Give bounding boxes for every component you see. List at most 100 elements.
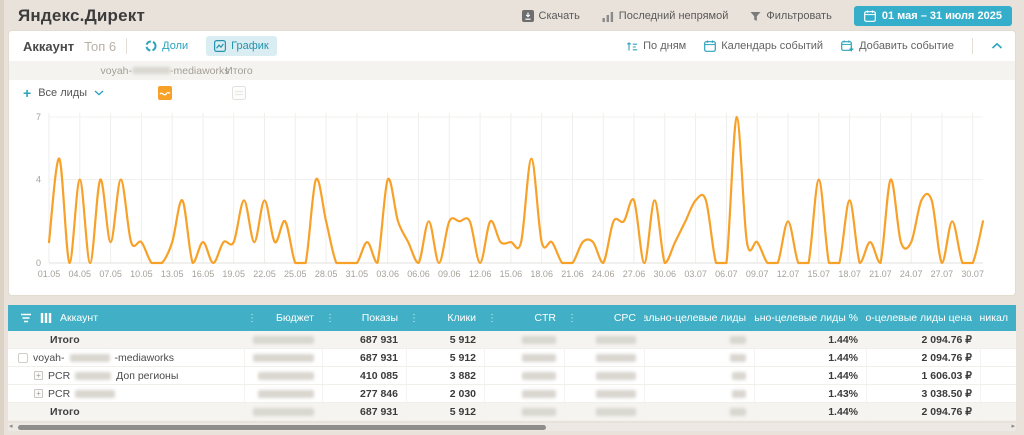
column-header-utl_pct[interactable]: ⋮Уникально-целевые лиды %: [754, 305, 866, 331]
attribution-model-button[interactable]: Последний непрямой: [602, 10, 729, 22]
column-menu-icon[interactable]: ⋮: [487, 313, 497, 324]
cell-account[interactable]: + PCR: [8, 385, 244, 402]
date-range-button[interactable]: 01 мая – 31 июля 2025: [854, 6, 1012, 26]
chart-view-button[interactable]: График: [206, 36, 277, 56]
cell-utl_pct: 1.43%: [754, 385, 866, 402]
column-header-utl[interactable]: ⋮Уникально-целевые лиды: [644, 305, 754, 331]
add-metric-icon[interactable]: +: [23, 88, 31, 98]
by-days-icon: [626, 40, 638, 52]
svg-text:24.06: 24.06: [592, 269, 615, 279]
expand-icon[interactable]: +: [34, 371, 43, 380]
redacted-value: [522, 336, 556, 344]
download-button[interactable]: Скачать: [522, 10, 580, 22]
column-header-shows[interactable]: ⋮Показы: [322, 305, 406, 331]
filter-lines-icon[interactable]: [20, 313, 32, 323]
column-header-ctr[interactable]: ⋮CTR: [484, 305, 564, 331]
column-header-account[interactable]: Аккаунт: [8, 305, 244, 331]
column-header-clicks[interactable]: ⋮ Клики: [406, 305, 484, 331]
svg-text:03.06: 03.06: [376, 269, 399, 279]
by-days-button[interactable]: По дням: [626, 40, 686, 52]
cell-shows: 687 931: [322, 331, 406, 348]
table-row[interactable]: Итого687 9315 9121.44%2 094.76 ₽: [8, 331, 1016, 349]
series-swatch-total[interactable]: [232, 86, 246, 100]
add-event-button[interactable]: Добавить событие: [841, 40, 954, 52]
table-row[interactable]: Итого687 9315 9121.44%2 094.76 ₽: [8, 403, 1016, 421]
cell-utl_price: 3 038.50 ₽: [866, 385, 980, 402]
svg-text:18.07: 18.07: [838, 269, 861, 279]
cell-utl: [644, 331, 754, 348]
series-label[interactable]: Все лиды: [38, 87, 87, 99]
line-chart[interactable]: 01.0504.0507.0510.0513.0516.0519.0522.05…: [9, 105, 1015, 295]
column-menu-icon[interactable]: ⋮: [409, 313, 419, 324]
cell-budget: [244, 331, 322, 348]
cell-account[interactable]: Итого: [8, 331, 244, 348]
by-days-label: По дням: [643, 40, 686, 52]
date-range-label: 01 мая – 31 июля 2025: [882, 10, 1002, 22]
columns-icon[interactable]: [40, 313, 52, 323]
column-header-cpc[interactable]: ⋮CPC: [564, 305, 644, 331]
redacted-text: [75, 372, 111, 380]
scroll-right-icon[interactable]: ▸: [1011, 422, 1015, 430]
svg-text:12.07: 12.07: [777, 269, 800, 279]
account-label: PCR: [48, 388, 70, 400]
cell-ctr: [484, 349, 564, 366]
column-menu-icon[interactable]: ⋮: [567, 313, 577, 324]
table-row[interactable]: voyah--mediaworks687 9315 9121.44%2 094.…: [8, 349, 1016, 367]
events-calendar-button[interactable]: Календарь событий: [704, 40, 823, 52]
table-row[interactable]: +PCRДоп регионы410 0853 8821.44%1 606.03…: [8, 367, 1016, 385]
filter-button[interactable]: Фильтровать: [750, 10, 831, 22]
series-swatch-account[interactable]: [158, 86, 172, 100]
table-row[interactable]: +PCR277 8462 0301.43%3 038.50 ₽: [8, 385, 1016, 403]
column-label: Клики: [447, 312, 476, 324]
svg-text:30.07: 30.07: [961, 269, 984, 279]
cell-utl: [644, 403, 754, 420]
shares-view-button[interactable]: Доли: [137, 36, 196, 56]
cell-utl_pct: 1.44%: [754, 367, 866, 384]
collapse-chevron-up-icon[interactable]: [991, 42, 1003, 50]
redacted-value: [522, 354, 556, 362]
row-checkbox[interactable]: [18, 353, 28, 363]
cell-budget: [244, 385, 322, 402]
column-header-utl_cut[interactable]: ⋮Уникал: [980, 305, 1016, 331]
cell-value: 5 912: [450, 352, 476, 364]
scroll-left-icon[interactable]: ◂: [9, 422, 13, 430]
horizontal-scrollbar[interactable]: ◂ ▸: [8, 423, 1016, 431]
column-header-budget[interactable]: ⋮Бюджет: [244, 305, 322, 331]
cell-value: 1.44%: [828, 334, 858, 346]
chevron-down-icon[interactable]: [94, 90, 104, 96]
page-header: Яндекс.Директ Скачать Последний непрямой…: [0, 0, 1024, 30]
column-menu-icon[interactable]: ⋮: [247, 313, 257, 324]
table-header-row: Аккаунт⋮Бюджет⋮Показы⋮Клики⋮CTR⋮CPC⋮Уник…: [8, 305, 1016, 331]
scrollbar-thumb[interactable]: [18, 425, 546, 430]
svg-text:21.06: 21.06: [561, 269, 584, 279]
cell-utl_cut: [980, 367, 1016, 384]
svg-text:16.05: 16.05: [192, 269, 215, 279]
cell-utl_price: 2 094.76 ₽: [866, 349, 980, 366]
line-chart-icon: [214, 40, 226, 52]
cell-account[interactable]: Итого: [8, 403, 244, 420]
column-menu-icon[interactable]: ⋮: [325, 313, 335, 324]
top-count-label[interactable]: Топ 6: [84, 39, 116, 54]
svg-text:03.07: 03.07: [684, 269, 707, 279]
svg-text:15.06: 15.06: [500, 269, 523, 279]
cell-account[interactable]: voyah--mediaworks: [8, 349, 244, 366]
redacted-value: [732, 390, 746, 398]
redacted-value: [730, 336, 746, 344]
redacted-value: [732, 372, 746, 380]
redacted-value: [596, 336, 636, 344]
cell-utl_price: 2 094.76 ₽: [866, 403, 980, 420]
cell-account[interactable]: +PCRДоп регионы: [8, 367, 244, 384]
svg-text:24.07: 24.07: [900, 269, 923, 279]
column-label: Уникально-целевые лиды цена: [866, 312, 972, 324]
svg-text:07.05: 07.05: [99, 269, 122, 279]
account-label: Доп регионы: [116, 370, 178, 382]
download-icon: [522, 10, 534, 22]
svg-text:0: 0: [36, 258, 41, 268]
cell-value: 2 094.76 ₽: [922, 406, 972, 418]
svg-text:10.05: 10.05: [130, 269, 153, 279]
column-header-utl_price[interactable]: ⋮Уникально-целевые лиды цена: [866, 305, 980, 331]
svg-text:21.07: 21.07: [869, 269, 892, 279]
expand-icon[interactable]: +: [34, 389, 43, 398]
svg-text:13.05: 13.05: [161, 269, 184, 279]
svg-text:25.05: 25.05: [284, 269, 307, 279]
